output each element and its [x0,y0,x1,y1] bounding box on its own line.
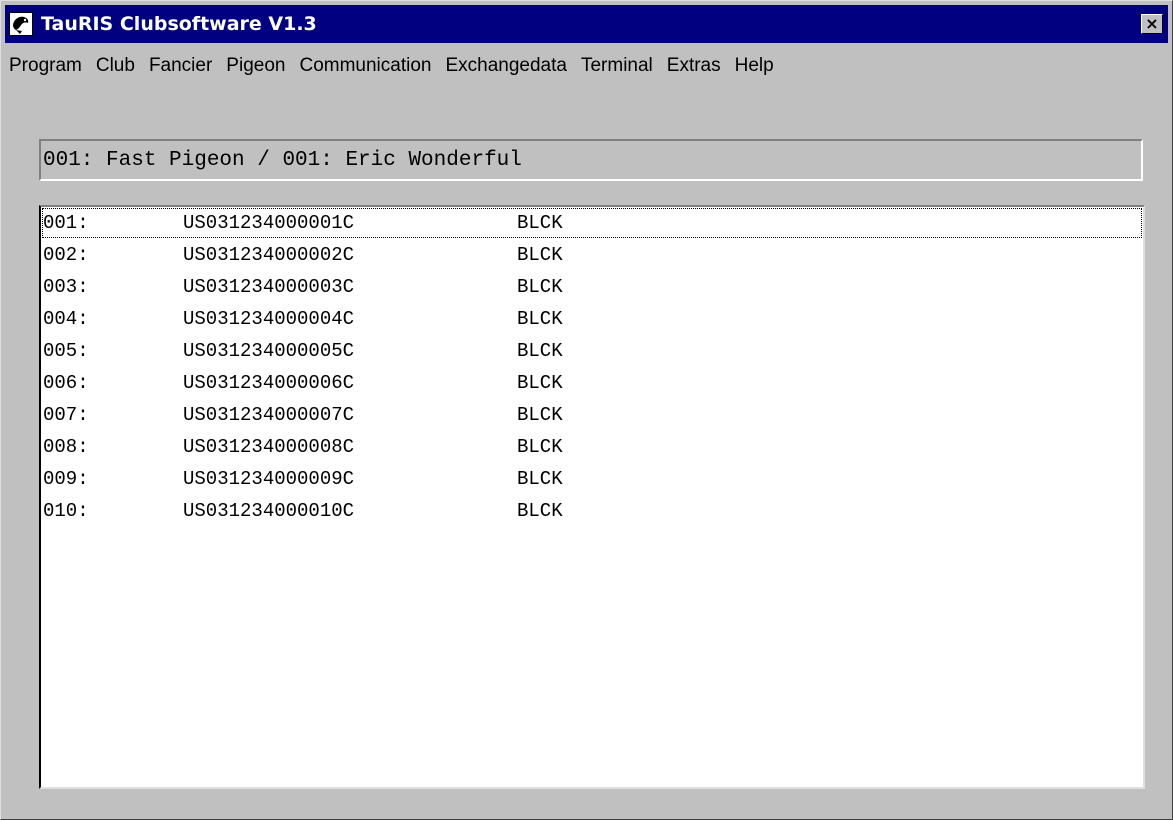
pigeon-ring-number: US031234000003C [183,276,355,298]
pigeon-number: 007: [43,404,89,426]
close-button[interactable]: × [1141,14,1163,34]
pigeon-list-item[interactable]: 003: US031234000003C BLCK [41,271,1143,303]
pigeon-color: BLCK [517,308,563,330]
menu-club[interactable]: Club [89,49,142,83]
menu-pigeon[interactable]: Pigeon [219,49,292,83]
pigeon-ring-number: US031234000009C [183,468,355,490]
pigeon-list-item[interactable]: 001: US031234000001C BLCK [41,207,1143,239]
selection-header-text: 001: Fast Pigeon / 001: Eric Wonderful [43,149,522,172]
pigeon-list-item[interactable]: 002: US031234000002C BLCK [41,239,1143,271]
pigeon-number: 010: [43,500,89,522]
pigeon-app-icon[interactable] [9,12,33,36]
pigeon-list-item[interactable]: 008: US031234000008C BLCK [41,431,1143,463]
pigeon-color: BLCK [517,404,563,426]
pigeon-ring-number: US031234000007C [183,404,355,426]
menu-program[interactable]: Program [5,49,89,83]
pigeon-color: BLCK [517,276,563,298]
pigeon-number: 009: [43,468,89,490]
pigeon-color: BLCK [517,212,563,234]
pigeon-list[interactable]: 001: US031234000001C BLCK 002: US0312340… [39,205,1145,789]
pigeon-list-item[interactable]: 009: US031234000009C BLCK [41,463,1143,495]
pigeon-number: 003: [43,276,89,298]
pigeon-color: BLCK [517,372,563,394]
pigeon-list-item[interactable]: 004: US031234000004C BLCK [41,303,1143,335]
pigeon-ring-number: US031234000001C [183,212,355,234]
pigeon-list-item[interactable]: 007: US031234000007C BLCK [41,399,1143,431]
menu-extras[interactable]: Extras [660,49,728,83]
pigeon-number: 006: [43,372,89,394]
pigeon-color: BLCK [517,340,563,362]
window-title: TauRIS Clubsoftware V1.3 [41,13,317,35]
pigeon-color: BLCK [517,244,563,266]
pigeon-number: 004: [43,308,89,330]
pigeon-number: 001: [43,212,89,234]
pigeon-ring-number: US031234000005C [183,340,355,362]
menu-terminal[interactable]: Terminal [574,49,660,83]
pigeon-ring-number: US031234000008C [183,436,355,458]
pigeon-ring-number: US031234000006C [183,372,355,394]
title-bar[interactable]: TauRIS Clubsoftware V1.3 × [5,5,1168,43]
menu-help[interactable]: Help [728,49,781,83]
menu-exchangedata[interactable]: Exchangedata [438,49,574,83]
menu-fancier[interactable]: Fancier [142,49,219,83]
pigeon-number: 008: [43,436,89,458]
main-window: TauRIS Clubsoftware V1.3 × Program Club … [0,0,1173,820]
pigeon-color: BLCK [517,436,563,458]
pigeon-ring-number: US031234000010C [183,500,355,522]
pigeon-number: 002: [43,244,89,266]
pigeon-list-item[interactable]: 010: US031234000010C BLCK [41,495,1143,527]
pigeon-list-item[interactable]: 006: US031234000006C BLCK [41,367,1143,399]
pigeon-color: BLCK [517,500,563,522]
menu-communication[interactable]: Communication [292,49,438,83]
close-icon: × [1145,14,1159,33]
pigeon-ring-number: US031234000002C [183,244,355,266]
selection-header-field: 001: Fast Pigeon / 001: Eric Wonderful [39,139,1143,181]
pigeon-ring-number: US031234000004C [183,308,355,330]
pigeon-number: 005: [43,340,89,362]
pigeon-list-item[interactable]: 005: US031234000005C BLCK [41,335,1143,367]
menu-bar: Program Club Fancier Pigeon Communicatio… [5,49,781,83]
pigeon-color: BLCK [517,468,563,490]
